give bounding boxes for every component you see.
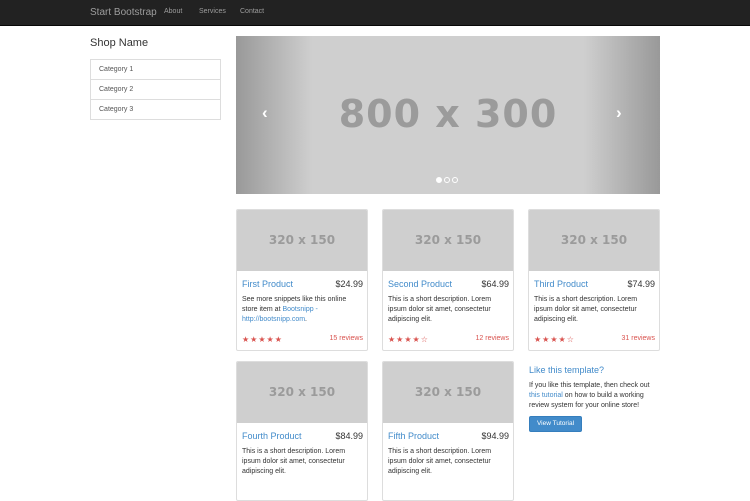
product-price: $74.99: [627, 279, 655, 289]
category-list: Category 1 Category 2 Category 3: [90, 59, 221, 120]
category-item[interactable]: Category 3: [90, 99, 221, 120]
star-rating-icon: ★★★★☆: [388, 335, 429, 344]
review-count: 31 reviews: [621, 335, 655, 342]
product-card: 320 x 150 Fourth Product $84.99 This is …: [236, 361, 368, 501]
review-count: 12 reviews: [475, 335, 509, 342]
product-image: 320 x 150: [237, 362, 367, 423]
carousel-indicator[interactable]: [452, 177, 458, 183]
review-count: 15 reviews: [329, 335, 363, 342]
star-rating-icon: ★★★★☆: [534, 335, 575, 344]
product-description: This is a short description. Lorem ipsum…: [388, 296, 492, 323]
view-tutorial-button[interactable]: View Tutorial: [529, 416, 582, 432]
product-card: 320 x 150 Second Product $64.99 This is …: [382, 209, 514, 351]
promo-heading: Like this template?: [529, 365, 605, 375]
product-image: 320 x 150: [529, 210, 659, 271]
product-description: This is a short description. Lorem ipsum…: [242, 448, 346, 475]
star-rating-icon: ★★★★★: [242, 335, 283, 344]
product-image: 320 x 150: [383, 210, 513, 271]
promo-text-start: If you like this template, then check ou…: [529, 382, 650, 389]
product-image: 320 x 150: [237, 210, 367, 271]
product-price: $94.99: [481, 431, 509, 441]
nav-link-services[interactable]: Services: [199, 8, 226, 15]
image-carousel: 800 x 300 ‹ ›: [236, 36, 660, 194]
category-item[interactable]: Category 2: [90, 79, 221, 100]
product-title-link[interactable]: First Product: [242, 279, 293, 289]
product-description: This is a short description. Lorem ipsum…: [388, 448, 492, 475]
product-title-link[interactable]: Third Product: [534, 279, 588, 289]
product-title-link[interactable]: Fifth Product: [388, 431, 439, 441]
carousel-indicators: [436, 170, 460, 183]
chevron-left-icon[interactable]: ‹: [262, 104, 268, 121]
promo-text: If you like this template, then check ou…: [529, 381, 659, 411]
top-navbar: Start Bootstrap About Services Contact: [0, 0, 750, 26]
description-text-end: .: [305, 316, 307, 323]
tutorial-link[interactable]: this tutorial: [529, 392, 563, 399]
shop-name-heading: Shop Name: [90, 37, 149, 49]
product-card: 320 x 150 Third Product $74.99 This is a…: [528, 209, 660, 351]
chevron-right-icon[interactable]: ›: [616, 104, 622, 121]
product-card: 320 x 150 First Product $24.99 See more …: [236, 209, 368, 351]
product-price: $64.99: [481, 279, 509, 289]
product-card: 320 x 150 Fifth Product $94.99 This is a…: [382, 361, 514, 501]
product-description: See more snippets like this online store…: [242, 295, 363, 325]
brand-link[interactable]: Start Bootstrap: [90, 7, 157, 18]
product-description: This is a short description. Lorem ipsum…: [534, 296, 638, 323]
product-price: $24.99: [335, 279, 363, 289]
category-item[interactable]: Category 1: [90, 59, 221, 80]
product-image: 320 x 150: [383, 362, 513, 423]
product-price: $84.99: [335, 431, 363, 441]
nav-link-contact[interactable]: Contact: [240, 8, 264, 15]
carousel-indicator[interactable]: [444, 177, 450, 183]
product-title-link[interactable]: Second Product: [388, 279, 452, 289]
carousel-slide-placeholder: 800 x 300: [338, 92, 558, 136]
nav-link-about[interactable]: About: [164, 8, 182, 15]
carousel-indicator[interactable]: [436, 177, 442, 183]
product-title-link[interactable]: Fourth Product: [242, 431, 302, 441]
